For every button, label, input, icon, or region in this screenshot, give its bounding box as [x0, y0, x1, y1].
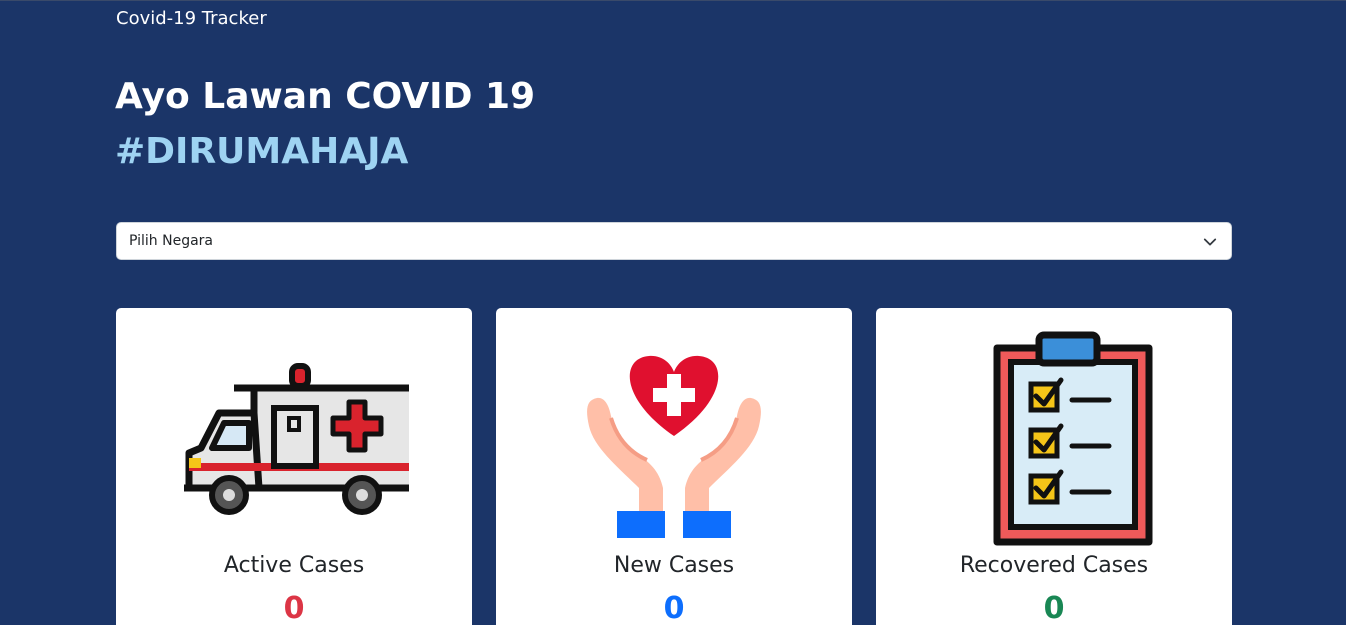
recovered-cases-label: Recovered Cases — [959, 553, 1149, 578]
page: Covid-19 Tracker Ayo Lawan COVID 19 #DIR… — [0, 0, 1346, 625]
new-cases-card: New Cases 0 — [496, 308, 852, 625]
active-cases-label: Active Cases — [223, 553, 365, 578]
ambulance-icon — [184, 363, 409, 515]
heart-hands-icon — [587, 355, 761, 538]
clipboard-checklist-icon — [993, 331, 1153, 546]
new-cases-label: New Cases — [613, 553, 735, 578]
chevron-down-icon — [1203, 238, 1217, 246]
hero-title: Ayo Lawan COVID 19 — [115, 76, 536, 117]
navbar-brand[interactable]: Covid-19 Tracker — [116, 8, 267, 30]
recovered-cases-card: Recovered Cases 0 — [876, 308, 1232, 625]
active-cases-card: Active Cases 0 — [116, 308, 472, 625]
recovered-cases-value: 0 — [1043, 591, 1065, 625]
country-select[interactable]: Pilih Negara — [116, 222, 1232, 260]
new-cases-value: 0 — [663, 591, 685, 625]
active-cases-value: 0 — [283, 591, 305, 625]
hero-tagline: #DIRUMAHAJA — [115, 131, 409, 172]
country-select-value: Pilih Negara — [129, 233, 214, 249]
